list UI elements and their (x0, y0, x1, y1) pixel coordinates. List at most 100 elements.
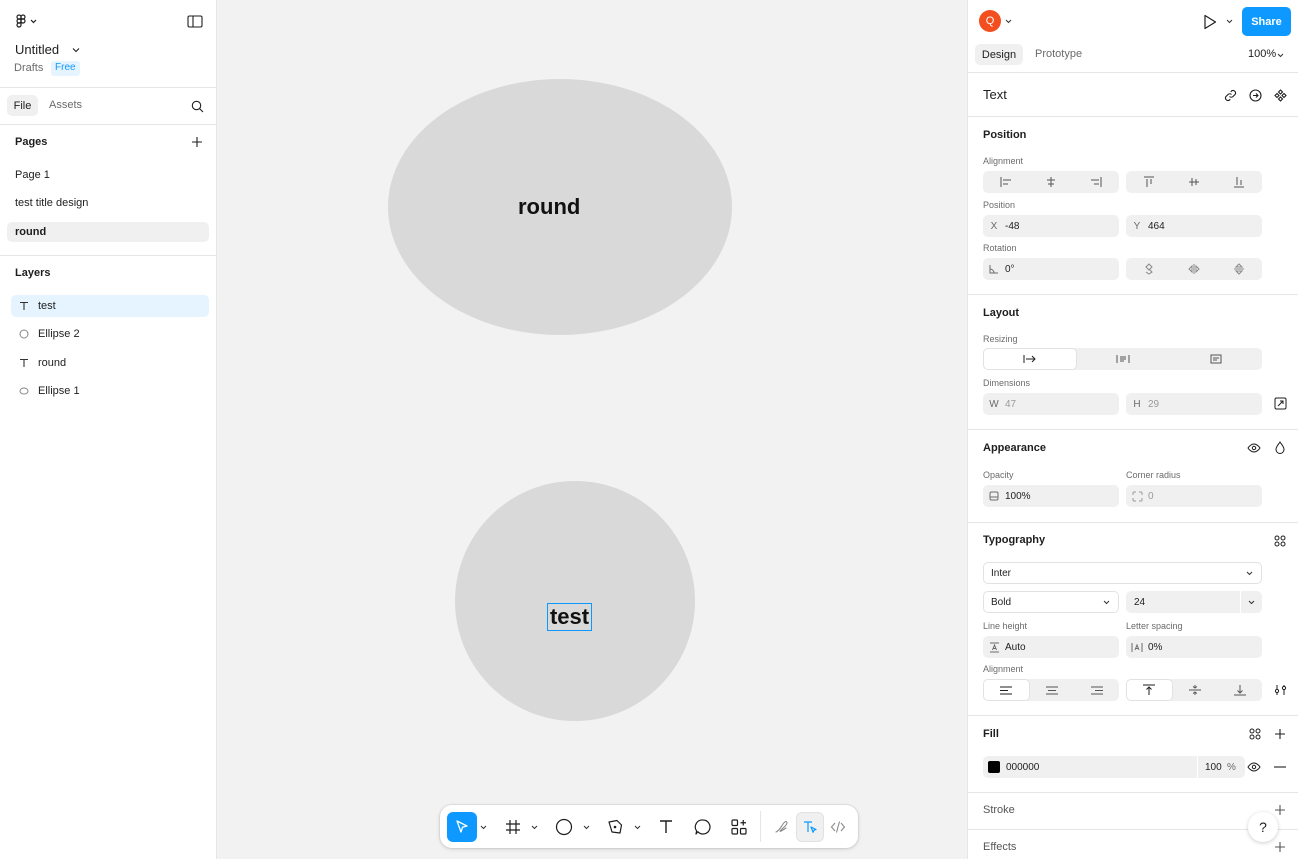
letter-spacing-value: 0% (1148, 641, 1163, 653)
tab-design[interactable]: Design (975, 44, 1023, 65)
rotate-icon[interactable] (1126, 258, 1171, 280)
font-family-select[interactable]: Inter (983, 562, 1262, 584)
add-stroke-icon[interactable] (1272, 802, 1288, 818)
ellipse-2[interactable] (455, 481, 695, 721)
fill-row[interactable]: 000000 100 % (983, 756, 1245, 778)
file-title[interactable]: Untitled (15, 42, 59, 57)
corner-radius-field[interactable]: 0 (1126, 485, 1262, 507)
line-height-field[interactable]: Auto (983, 636, 1119, 658)
text-align-middle-icon[interactable] (1173, 679, 1218, 701)
text-styles-icon[interactable] (1272, 533, 1288, 549)
flip-horizontal-icon[interactable] (1171, 258, 1216, 280)
draw-mode-button[interactable] (768, 812, 796, 842)
layer-item[interactable]: round (11, 352, 209, 374)
zoom-level[interactable]: 100% (1248, 48, 1276, 60)
add-fill-icon[interactable] (1272, 726, 1288, 742)
opacity-field[interactable]: 100% (983, 485, 1119, 507)
pen-tool-button[interactable] (600, 812, 630, 842)
remove-fill-icon[interactable] (1272, 759, 1288, 775)
dev-mode-button[interactable] (824, 812, 852, 842)
text-test-selected[interactable]: test (547, 603, 592, 631)
frame-icon (506, 820, 520, 834)
type-settings-icon[interactable] (1272, 682, 1288, 698)
add-effect-icon[interactable] (1272, 839, 1288, 855)
page-item[interactable]: test title design (7, 193, 209, 213)
text-align-bottom-icon[interactable] (1217, 679, 1262, 701)
text-round[interactable]: round (518, 194, 580, 220)
tab-file[interactable]: File (7, 95, 38, 116)
height-field[interactable]: H 29 (1126, 393, 1262, 415)
x-field[interactable]: X -48 (983, 215, 1119, 237)
fill-hex[interactable]: 000000 (1006, 762, 1197, 773)
help-button[interactable]: ? (1248, 812, 1278, 842)
letter-spacing-icon (1126, 642, 1148, 653)
flip-vertical-icon[interactable] (1217, 258, 1262, 280)
design-mode-button[interactable] (796, 812, 824, 842)
search-icon[interactable] (189, 98, 205, 114)
align-bottom-icon[interactable] (1217, 171, 1262, 193)
resize-to-fit-icon[interactable] (1272, 395, 1288, 411)
move-tool-button[interactable] (447, 812, 477, 842)
fill-swatch[interactable] (988, 761, 1000, 773)
present-button[interactable] (1200, 12, 1220, 32)
align-right-icon[interactable] (1074, 171, 1119, 193)
text-align-left-icon[interactable] (983, 679, 1030, 701)
blend-mode-icon[interactable] (1272, 439, 1288, 455)
chevron-down-icon[interactable] (1240, 591, 1262, 613)
main-menu-button[interactable] (14, 13, 40, 29)
chevron-down-icon[interactable] (1003, 16, 1013, 26)
eye-icon[interactable] (1246, 440, 1262, 456)
align-center-h-icon[interactable] (1028, 171, 1073, 193)
layer-item[interactable]: Ellipse 2 (11, 323, 209, 345)
align-left-icon[interactable] (983, 171, 1028, 193)
avatar[interactable]: Q (979, 10, 1001, 32)
canvas[interactable]: round test (217, 0, 967, 859)
chevron-down-icon[interactable] (478, 819, 488, 835)
fill-styles-icon[interactable] (1247, 726, 1263, 742)
text-align-right-icon[interactable] (1074, 679, 1119, 701)
shape-tool-button[interactable] (549, 812, 579, 842)
text-tool-button[interactable] (651, 812, 681, 842)
component-icon[interactable] (1272, 87, 1288, 103)
text-align-center-icon[interactable] (1030, 679, 1075, 701)
toggle-sidebar-icon[interactable] (186, 13, 204, 29)
chevron-down-icon[interactable] (529, 819, 539, 835)
h-label: H (1133, 398, 1141, 410)
tab-prototype[interactable]: Prototype (1035, 48, 1082, 60)
page-item[interactable]: Page 1 (7, 165, 209, 185)
auto-width-icon[interactable] (983, 348, 1078, 370)
frame-tool-button[interactable] (498, 812, 528, 842)
font-weight-select[interactable]: Bold (983, 591, 1119, 613)
tab-assets[interactable]: Assets (49, 99, 82, 111)
letter-spacing-field[interactable]: 0% (1126, 636, 1262, 658)
auto-height-icon[interactable] (1077, 348, 1169, 370)
link-icon[interactable] (1222, 87, 1238, 103)
share-button[interactable]: Share (1242, 7, 1291, 36)
width-field[interactable]: W 47 (983, 393, 1119, 415)
comment-tool-button[interactable] (688, 812, 718, 842)
chevron-down-icon[interactable] (632, 819, 642, 835)
chevron-down-icon[interactable] (1275, 50, 1285, 60)
file-location[interactable]: Drafts (14, 62, 43, 74)
text-align-horizontal-group (983, 679, 1119, 701)
eye-icon[interactable] (1246, 759, 1262, 775)
page-item-selected[interactable]: round (7, 222, 209, 242)
add-page-icon[interactable] (190, 135, 204, 149)
fill-opacity[interactable]: 100 (1205, 762, 1227, 773)
y-field[interactable]: Y 464 (1126, 215, 1262, 237)
font-size-field[interactable]: 24 (1126, 591, 1262, 613)
component-set-icon[interactable] (1247, 87, 1263, 103)
chevron-down-icon[interactable] (581, 819, 591, 835)
chevron-down-icon[interactable] (71, 44, 81, 56)
rotation-value: 0° (1005, 263, 1015, 275)
selection-type[interactable]: Text (983, 87, 1007, 102)
actions-tool-button[interactable] (724, 812, 754, 842)
layer-item[interactable]: Ellipse 1 (11, 380, 209, 402)
fixed-size-icon[interactable] (1170, 348, 1262, 370)
rotation-field[interactable]: 0° (983, 258, 1119, 280)
chevron-down-icon[interactable] (1224, 16, 1234, 26)
text-align-top-icon[interactable] (1126, 679, 1173, 701)
align-middle-icon[interactable] (1171, 171, 1216, 193)
align-top-icon[interactable] (1126, 171, 1171, 193)
layer-item[interactable]: test (11, 295, 209, 317)
